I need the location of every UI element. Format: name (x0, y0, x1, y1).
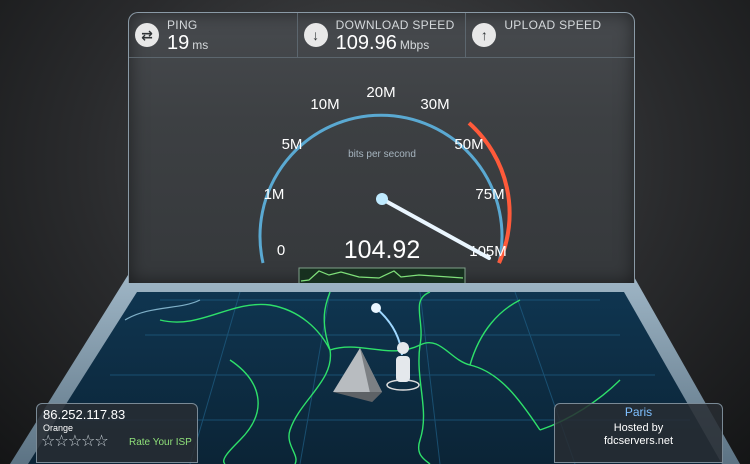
scale-label: 1M (264, 186, 285, 203)
scale-label: 5M (282, 136, 303, 153)
rate-isp-link[interactable]: Rate Your ISP (129, 437, 192, 448)
unit-caption: bits per second (348, 149, 416, 160)
client-info: 86.252.117.83 Orange ☆☆☆☆☆ Rate Your ISP (36, 403, 198, 463)
server-city[interactable]: Paris (555, 405, 722, 419)
speed-panel: ⇄ PING 19 ms ↓ DOWNLOAD SPEED 109.96 Mbps … (128, 12, 635, 283)
scale-label: 75M (475, 186, 504, 203)
scale-label: 50M (454, 136, 483, 153)
scale-label: 20M (366, 84, 395, 101)
server-host: fdcservers.net (603, 435, 674, 447)
speedometer: bits per second 01M5M10M20M30M50M75M105M… (258, 84, 512, 283)
speed-history-graph (298, 267, 466, 283)
scale-label: 0 (277, 242, 285, 259)
hosted-by-label: Hosted by (613, 422, 664, 434)
current-speed: 104.92 (344, 236, 420, 264)
client-figure (396, 342, 410, 382)
client-ip: 86.252.117.83 (43, 407, 126, 422)
server-info: Paris Hosted by fdcservers.net (554, 403, 723, 463)
needle-hub (376, 193, 388, 205)
rating-stars[interactable]: ☆☆☆☆☆ (41, 431, 109, 451)
scale-label: 30M (420, 96, 449, 113)
route-origin-dot (371, 303, 381, 313)
scale-label: 10M (310, 96, 339, 113)
